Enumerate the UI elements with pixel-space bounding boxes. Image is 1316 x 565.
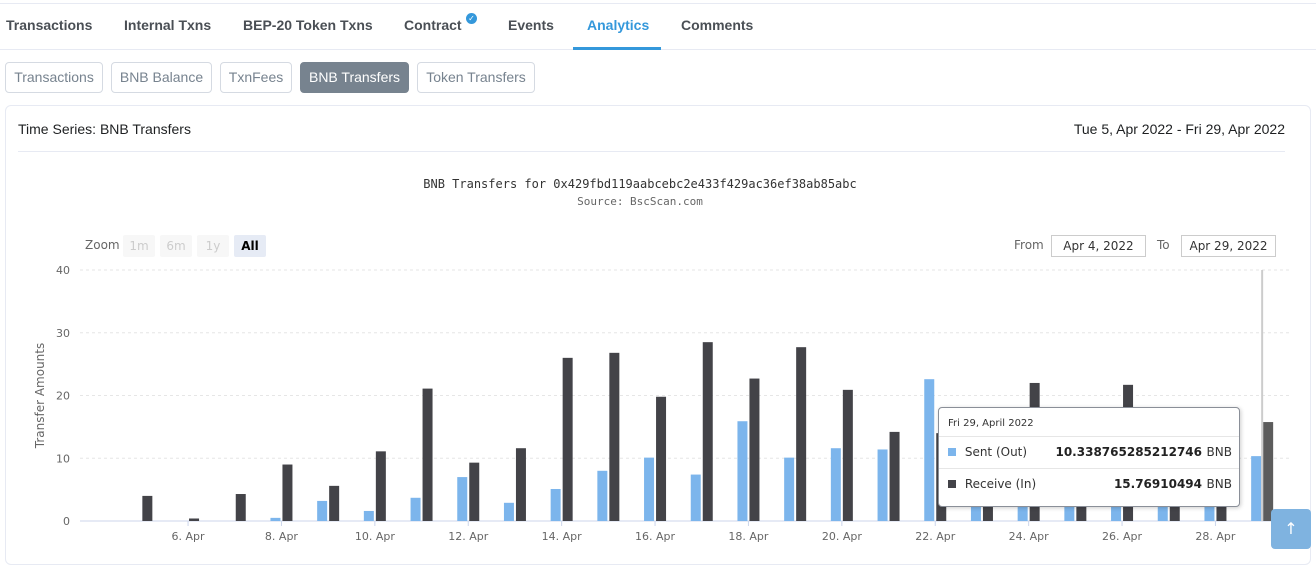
bar-sent: [784, 457, 795, 521]
x-tick-label: 20. Apr: [822, 530, 862, 543]
bar-receive: [1263, 422, 1274, 521]
scroll-to-top-button[interactable]: ↑: [1271, 509, 1311, 549]
bar-sent: [830, 448, 841, 521]
x-axis: 6. Apr 8. Apr 10. Apr 12. Apr 14. Apr 16. Apr…: [172, 521, 1236, 543]
bar-receive: [469, 462, 480, 521]
x-tick-label: 18. Apr: [728, 530, 768, 543]
tooltip-sent-unit: BNB: [1206, 445, 1232, 459]
bar-sent: [690, 474, 701, 521]
tooltip-sent-name: Sent (Out): [964, 445, 1028, 459]
bar-receive: [889, 431, 900, 521]
bar-sent: [503, 502, 514, 521]
bar-receive: [702, 342, 713, 521]
y-tick-label: 30: [56, 327, 70, 340]
bar-sent: [1251, 456, 1262, 521]
x-tick-label: 16. Apr: [635, 530, 675, 543]
x-tick-label: 28. Apr: [1195, 530, 1235, 543]
x-tick-label: 26. Apr: [1102, 530, 1142, 543]
tooltip-receive-value: 15.76910494: [1113, 477, 1202, 491]
bar-sent: [644, 457, 655, 521]
bar-sent: [737, 421, 748, 521]
x-tick-label: 10. Apr: [355, 530, 395, 543]
y-axis: 0 10 20 30 40: [56, 264, 70, 528]
arrow-up-icon: ↑: [1284, 519, 1298, 538]
bar-receive: [189, 518, 200, 521]
bar-receive: [422, 388, 433, 521]
y-axis-label: Transfer Amounts: [33, 343, 47, 449]
tooltip-receive-unit: BNB: [1206, 477, 1232, 491]
bar-sent: [270, 517, 281, 521]
bar-receive: [749, 378, 760, 521]
bar-receive: [796, 347, 807, 521]
tooltip-sent-value: 10.338765285212746: [1055, 445, 1202, 459]
x-tick-label: 6. Apr: [172, 530, 205, 543]
x-tick-label: 22. Apr: [915, 530, 955, 543]
tooltip-divider: [939, 436, 1239, 437]
bar-receive: [375, 451, 386, 521]
chart-tooltip: Fri 29, April 2022 Sent (Out) 10.3387652…: [938, 407, 1240, 507]
bar-sent: [877, 449, 888, 521]
bar-receive: [562, 357, 573, 521]
y-tick-label: 40: [56, 264, 70, 277]
bar-sent: [924, 379, 935, 521]
bar-receive: [235, 494, 246, 521]
x-tick-label: 24. Apr: [1009, 530, 1049, 543]
tooltip-row-sent: Sent (Out) 10.338765285212746 BNB: [948, 445, 1232, 459]
bar-receive: [842, 389, 853, 521]
bar-sent: [550, 488, 561, 521]
x-tick-label: 14. Apr: [542, 530, 582, 543]
x-tick-label: 12. Apr: [448, 530, 488, 543]
bar-sent: [363, 510, 374, 521]
bar-receive: [609, 352, 620, 521]
tooltip-receive-name: Receive (In): [964, 477, 1037, 491]
bar-sent: [410, 497, 421, 521]
tooltip-divider: [939, 468, 1239, 469]
tooltip-row-receive: Receive (In) 15.76910494 BNB: [948, 477, 1232, 491]
bar-receive: [142, 495, 153, 521]
bar-sent: [457, 477, 468, 521]
receive-swatch: [948, 480, 956, 488]
bar-receive: [282, 464, 293, 521]
bar-sent: [317, 500, 328, 521]
sent-swatch: [948, 448, 956, 456]
bar-receive: [656, 396, 667, 521]
tooltip-date: Fri 29, April 2022: [948, 418, 1034, 429]
x-tick-label: 8. Apr: [265, 530, 298, 543]
bar-receive: [329, 485, 340, 521]
bar-sent: [597, 470, 608, 521]
y-tick-label: 0: [63, 515, 70, 528]
y-tick-label: 10: [56, 452, 70, 465]
y-tick-label: 20: [56, 390, 70, 403]
bar-receive: [515, 448, 526, 521]
